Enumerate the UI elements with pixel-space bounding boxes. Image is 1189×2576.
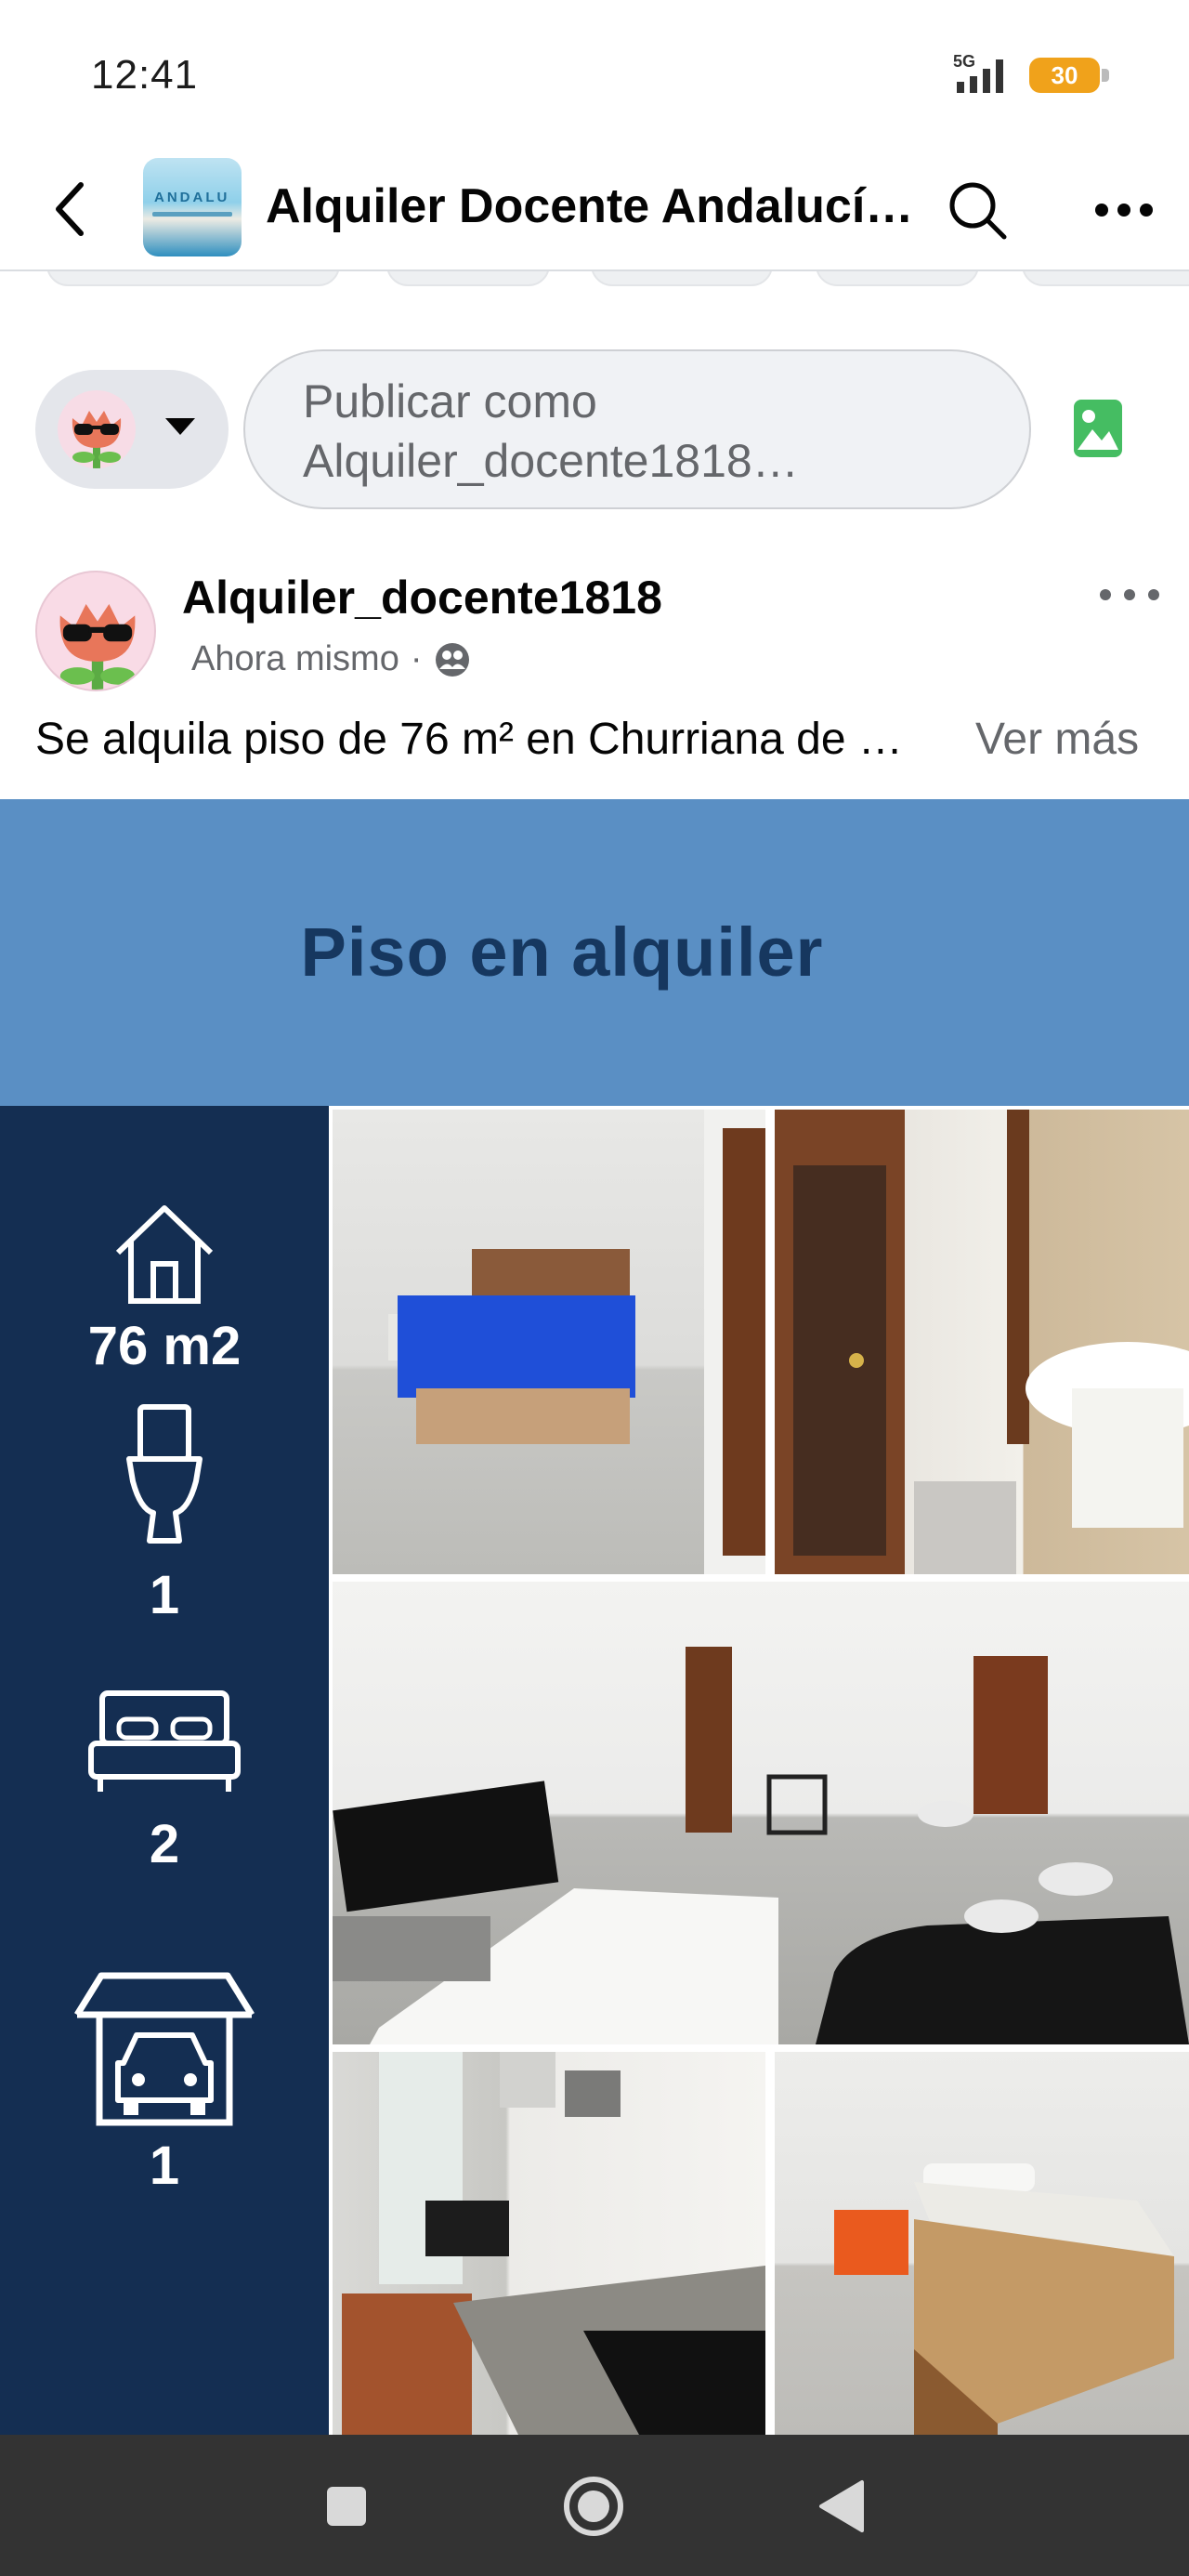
see-more-link[interactable]: Ver más — [975, 714, 1139, 765]
image-title: Piso en alquiler — [300, 913, 824, 991]
garage-car-icon — [74, 1972, 255, 2126]
search-icon — [949, 182, 1007, 240]
feature-area-value: 76 m2 — [87, 1316, 242, 1376]
circle-home-icon — [564, 2477, 623, 2536]
meta-separator: · — [410, 639, 423, 678]
bedroom-photo — [333, 1110, 765, 1574]
filter-chip[interactable] — [591, 271, 773, 286]
square-icon — [327, 2487, 366, 2526]
filter-chip[interactable] — [386, 271, 550, 286]
composer-placeholder-line1: Publicar como — [303, 375, 597, 427]
feature-bedrooms-value: 2 — [149, 1814, 180, 1874]
filter-chip-row — [0, 271, 1189, 288]
single-bedroom-photo — [775, 2052, 1189, 2435]
chevron-left-icon — [56, 182, 84, 236]
status-bar: 12:41 5G 30 — [0, 0, 1189, 139]
post-composer: Publicar como Alquiler_docente1818… — [0, 344, 1189, 520]
post-image[interactable]: Piso en alquiler 76 m2 1 2 1 — [0, 799, 1189, 2435]
profile-switcher[interactable] — [35, 370, 229, 489]
post-body: Se alquila piso de 76 m² en Churriana de… — [35, 715, 903, 764]
feature-area: 76 m2 — [0, 1199, 329, 1377]
more-options-button[interactable] — [1087, 173, 1161, 247]
kitchen-illustration — [342, 2052, 765, 2435]
recents-button[interactable] — [312, 2472, 381, 2541]
post-text: Se alquila piso de 76 m² en Churriana de… — [35, 714, 1169, 765]
profile-avatar — [58, 390, 136, 468]
photo-icon[interactable] — [1072, 398, 1124, 459]
post-time[interactable]: Ahora mismo — [191, 639, 399, 679]
group-avatar-text: ANDALU — [154, 190, 230, 205]
living-room-illustration — [333, 1647, 1189, 2044]
network-label: 5G — [953, 54, 975, 71]
filter-chip[interactable] — [1022, 271, 1189, 286]
audience-group-icon — [435, 642, 469, 677]
composer-placeholder-line2: Alquiler_docente1818… — [303, 435, 799, 487]
living-room-photo — [333, 1582, 1189, 2044]
author-name[interactable]: Alquiler_docente1818 — [182, 571, 662, 624]
toilet-icon — [126, 1404, 203, 1544]
single-bedroom-illustration — [834, 2163, 1174, 2435]
search-button[interactable] — [940, 173, 1014, 247]
group-header: ANDALU Alquiler Docente Andalucí… — [0, 139, 1189, 271]
back-button[interactable] — [37, 177, 102, 242]
signal-icon: 5G — [953, 54, 1003, 93]
filter-chip[interactable] — [816, 271, 979, 286]
caret-down-icon — [165, 418, 195, 435]
feature-bathrooms-value: 1 — [149, 1565, 180, 1625]
group-avatar[interactable]: ANDALU — [143, 158, 242, 256]
filter-chip[interactable] — [46, 271, 340, 286]
kitchen-photo — [333, 2052, 765, 2435]
image-banner: Piso en alquiler — [0, 799, 1189, 1106]
feature-bedrooms: 2 — [0, 1688, 329, 1875]
triangle-back-icon — [819, 2480, 864, 2532]
post-header: Alquiler_docente1818 Ahora mismo · — [0, 558, 1189, 697]
nav-back-button[interactable] — [806, 2472, 875, 2541]
feature-parking-value: 1 — [149, 2136, 180, 2196]
feature-parking: 1 — [0, 1970, 329, 2197]
feature-bathrooms: 1 — [0, 1401, 329, 1626]
bedroom-illustration — [388, 1110, 765, 1574]
features-sidebar: 76 m2 1 2 1 — [0, 1106, 329, 2435]
status-time: 12:41 — [91, 52, 199, 98]
house-icon — [115, 1205, 214, 1304]
bathroom-illustration — [775, 1110, 1189, 1574]
author-avatar[interactable] — [35, 571, 156, 691]
composer-input[interactable]: Publicar como Alquiler_docente1818… — [243, 349, 1031, 509]
post-more-icon[interactable] — [1092, 576, 1167, 613]
post-meta: Ahora mismo · — [191, 639, 471, 679]
more-horizontal-icon — [1095, 204, 1153, 217]
group-avatar-stripe — [152, 212, 232, 217]
system-nav-bar — [0, 2435, 1189, 2576]
group-title[interactable]: Alquiler Docente Andalucí… — [266, 178, 916, 234]
tulip-sunglasses-avatar-icon — [59, 604, 136, 690]
bed-icon — [88, 1690, 241, 1792]
bathroom-photo — [775, 1110, 1189, 1574]
home-button[interactable] — [559, 2472, 628, 2541]
battery-indicator: 30 — [1029, 58, 1109, 93]
tulip-sunglasses-avatar-icon — [72, 411, 122, 468]
